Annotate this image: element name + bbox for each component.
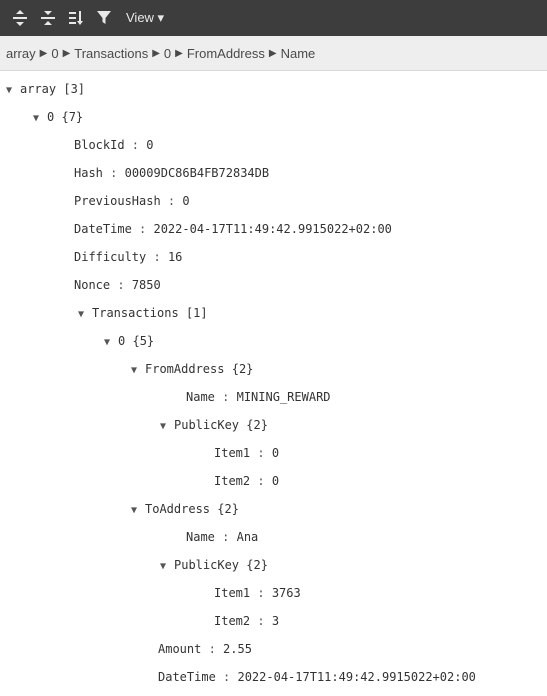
tree-leaf[interactable]: Name : MINING_REWARD bbox=[186, 385, 331, 409]
expand-arrow-icon[interactable]: ▼ bbox=[78, 303, 92, 327]
expand-arrow-icon[interactable]: ▼ bbox=[160, 555, 174, 579]
breadcrumb-separator-icon: ▶ bbox=[62, 47, 71, 59]
tree-leaf[interactable]: PreviousHash : 0 bbox=[74, 189, 190, 213]
expand-arrow-icon[interactable]: ▼ bbox=[160, 415, 174, 439]
tree-node-public-key[interactable]: ▼ PublicKey {2} bbox=[160, 413, 268, 437]
tree-leaf[interactable]: Item2 : 0 bbox=[214, 469, 279, 493]
breadcrumb-separator-icon: ▶ bbox=[152, 47, 160, 59]
collapse-all-icon[interactable] bbox=[40, 5, 56, 31]
tree-node-item[interactable]: ▼ 0 {7} bbox=[33, 105, 83, 129]
sort-icon[interactable] bbox=[68, 5, 84, 31]
tree-node-transactions[interactable]: ▼ Transactions [1] bbox=[78, 301, 208, 325]
toolbar: View ▾ bbox=[0, 0, 547, 36]
tree-leaf[interactable]: Difficulty : 16 bbox=[74, 245, 182, 269]
expand-arrow-icon[interactable]: ▼ bbox=[131, 499, 145, 523]
tree-node-to-address[interactable]: ▼ ToAddress {2} bbox=[131, 497, 239, 521]
tree-leaf[interactable]: DateTime : 2022-04-17T11:49:42.9915022+0… bbox=[158, 665, 476, 689]
expand-all-icon[interactable] bbox=[12, 5, 28, 31]
breadcrumb-item[interactable]: FromAddress bbox=[187, 46, 265, 61]
tree-leaf[interactable]: Hash : 00009DC86B4FB72834DB bbox=[74, 161, 269, 185]
tree-leaf[interactable]: Item2 : 3 bbox=[214, 609, 279, 633]
breadcrumb: array ▶ 0 ▶ Transactions ▶ 0 ▶ FromAddre… bbox=[0, 36, 547, 71]
breadcrumb-separator-icon: ▶ bbox=[39, 47, 48, 59]
breadcrumb-separator-icon: ▶ bbox=[175, 47, 183, 59]
breadcrumb-item[interactable]: Name bbox=[281, 46, 316, 61]
tree-node-item[interactable]: ▼ 0 {5} bbox=[104, 329, 154, 353]
view-menu-button[interactable]: View ▾ bbox=[126, 5, 164, 31]
breadcrumb-separator-icon: ▶ bbox=[268, 47, 277, 59]
expand-arrow-icon[interactable]: ▼ bbox=[104, 331, 118, 355]
breadcrumb-item[interactable]: array bbox=[6, 46, 36, 61]
tree-leaf[interactable]: Name : Ana bbox=[186, 525, 258, 549]
expand-arrow-icon[interactable]: ▼ bbox=[6, 79, 20, 103]
tree-leaf[interactable]: DateTime : 2022-04-17T11:49:42.9915022+0… bbox=[74, 217, 392, 241]
tree-leaf[interactable]: Nonce : 7850 bbox=[74, 273, 161, 297]
tree-node-array[interactable]: ▼ array [3] bbox=[6, 77, 85, 101]
expand-arrow-icon[interactable]: ▼ bbox=[33, 107, 47, 131]
filter-icon[interactable] bbox=[96, 5, 112, 31]
tree-leaf[interactable]: Item1 : 3763 bbox=[214, 581, 301, 605]
tree-node-public-key[interactable]: ▼ PublicKey {2} bbox=[160, 553, 268, 577]
tree-leaf[interactable]: BlockId : 0 bbox=[74, 133, 154, 157]
tree-node-from-address[interactable]: ▼ FromAddress {2} bbox=[131, 357, 253, 381]
tree-leaf[interactable]: Amount : 2.55 bbox=[158, 637, 252, 661]
expand-arrow-icon[interactable]: ▼ bbox=[131, 359, 145, 383]
breadcrumb-item[interactable]: 0 bbox=[51, 46, 58, 61]
breadcrumb-item[interactable]: Transactions bbox=[74, 46, 148, 61]
breadcrumb-item[interactable]: 0 bbox=[164, 46, 171, 61]
tree-leaf[interactable]: Item1 : 0 bbox=[214, 441, 279, 465]
